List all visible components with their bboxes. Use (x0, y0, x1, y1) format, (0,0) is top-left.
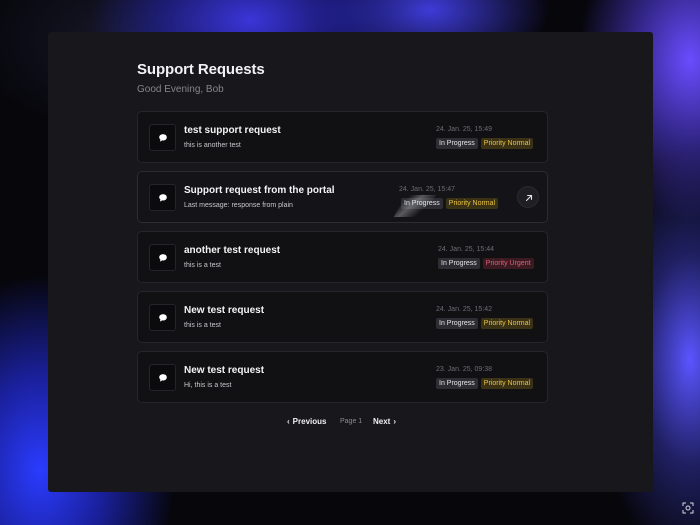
next-page-button[interactable]: Next › (373, 417, 396, 426)
request-date: 24. Jan. 25, 15:44 (438, 246, 495, 253)
request-badges: In Progress Priority Normal (436, 378, 534, 389)
pagination: ‹ Previous Page 1 Next › (0, 417, 700, 429)
request-card[interactable]: New test request Hi, this is a test 23. … (137, 351, 548, 403)
chat-bubble-icon (159, 254, 167, 262)
request-badges: In Progress Priority Normal (436, 318, 534, 329)
request-title: another test request (184, 245, 281, 256)
previous-label: Previous (292, 417, 327, 426)
request-title: New test request (184, 305, 265, 316)
screenshot-icon[interactable] (682, 501, 694, 514)
chat-bubble-icon (159, 134, 167, 142)
priority-badge: Priority Normal (480, 318, 534, 329)
request-date: 23. Jan. 25, 09:38 (436, 366, 493, 373)
priority-badge: Priority Normal (445, 198, 499, 209)
chat-bubble-icon (159, 374, 167, 382)
request-badges: In Progress Priority Normal (436, 138, 534, 149)
priority-badge: Priority Normal (480, 378, 534, 389)
page-title: Support Requests (137, 61, 265, 78)
status-badge: In Progress (436, 378, 478, 389)
request-badges: In Progress Priority Normal (401, 198, 499, 209)
request-icon-box (149, 244, 176, 271)
priority-badge: Priority Normal (480, 138, 534, 149)
request-subtitle: this is a test (184, 322, 221, 329)
request-subtitle: Hi, this is a test (184, 382, 232, 389)
request-subtitle: this is a test (184, 262, 221, 269)
status-badge: In Progress (401, 198, 443, 209)
request-card[interactable]: test support request this is another tes… (137, 111, 548, 163)
greeting: Good Evening, Bob (137, 84, 224, 95)
chevron-right-icon: › (393, 417, 397, 426)
status-badge: In Progress (436, 318, 478, 329)
request-icon-box (149, 124, 176, 151)
page-indicator: Page 1 (340, 418, 363, 425)
priority-badge: Priority Urgent (482, 258, 534, 269)
arrow-up-right-icon (525, 194, 533, 202)
request-icon-box (149, 364, 176, 391)
next-label: Next (373, 417, 391, 426)
request-card[interactable]: Support request from the portal Last mes… (137, 171, 548, 223)
request-icon-box (149, 304, 176, 331)
request-date: 24. Jan. 25, 15:47 (399, 186, 456, 193)
request-icon-box (149, 184, 176, 211)
request-card[interactable]: New test request this is a test 24. Jan.… (137, 291, 548, 343)
request-subtitle: Last message: response from plain (184, 202, 293, 209)
chat-bubble-icon (159, 314, 167, 322)
request-title: test support request (184, 125, 281, 136)
request-date: 24. Jan. 25, 15:49 (436, 126, 493, 133)
status-badge: In Progress (438, 258, 480, 269)
chevron-left-icon: ‹ (287, 417, 290, 426)
request-badges: In Progress Priority Urgent (438, 258, 534, 269)
status-badge: In Progress (436, 138, 478, 149)
request-title: Support request from the portal (184, 185, 335, 196)
request-card[interactable]: another test request this is a test 24. … (137, 231, 548, 283)
request-subtitle: this is another test (184, 142, 241, 149)
chat-bubble-icon (159, 194, 167, 202)
previous-page-button[interactable]: ‹ Previous (287, 417, 326, 426)
request-title: New test request (184, 365, 265, 376)
open-request-button[interactable] (517, 186, 539, 208)
request-date: 24. Jan. 25, 15:42 (436, 306, 493, 313)
